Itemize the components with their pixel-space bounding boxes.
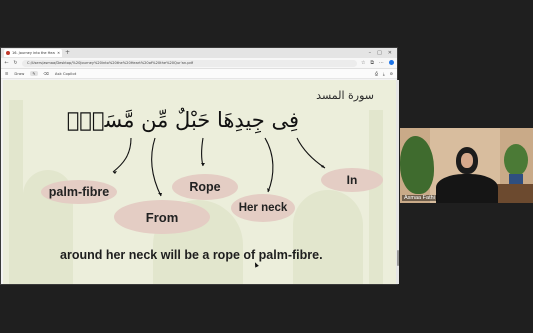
star-icon[interactable]: ☆ (361, 60, 365, 66)
minimize-icon[interactable]: – (369, 50, 372, 56)
profile-icon[interactable] (389, 60, 394, 65)
tab-bar: 16. Journey into the Heart of the... ✕ +… (1, 48, 397, 58)
refresh-icon[interactable]: ↻ (13, 60, 18, 66)
word-her-neck: Her neck (231, 194, 295, 222)
verse-meaning: around her neck will be a rope of palm-f… (60, 248, 323, 262)
close-window-icon[interactable]: ✕ (388, 50, 392, 56)
back-icon[interactable]: ← (4, 60, 9, 66)
arrow-from (151, 137, 162, 197)
menu-icon[interactable]: ⋯ (379, 60, 384, 66)
toolbar-icons: ☆ ⧉ ⋯ (361, 60, 394, 66)
window-controls: – □ ✕ (369, 50, 397, 56)
arrow-her-neck (264, 137, 274, 193)
plant-image (504, 144, 528, 176)
save-icon[interactable]: ⤓ (383, 71, 385, 76)
extensions-icon[interactable]: ⧉ (370, 60, 374, 66)
tab-pdf[interactable]: 16. Journey into the Heart of the... ✕ (4, 49, 62, 57)
pdf-toolbar-right: ⎙ ⤓ ⚙ (375, 71, 393, 76)
ask-copilot-button[interactable]: Ask Copilot (55, 71, 76, 76)
participant-video-tile[interactable]: Asmaa Fathi (400, 128, 533, 203)
maximize-icon[interactable]: □ (377, 50, 382, 56)
shelf-image (492, 184, 533, 203)
scrollbar-thumb[interactable] (396, 250, 399, 266)
pot-image (509, 174, 523, 184)
settings-icon[interactable]: ⚙ (390, 71, 393, 76)
print-icon[interactable]: ⎙ (375, 71, 378, 76)
erase-icon[interactable]: ⌫ (44, 71, 49, 76)
draw-button[interactable]: Draw (14, 71, 24, 76)
participant-name: Asmaa Fathi (402, 195, 437, 201)
participant-body (436, 174, 498, 203)
pdf-icon (6, 51, 10, 55)
arrowhead (201, 163, 205, 166)
address-bar: ← ↻ C:/Users/asmaa/Desktop/%20Journey%20… (1, 58, 397, 69)
scrollbar[interactable] (396, 80, 399, 284)
word-rope: Rope (172, 174, 238, 200)
word-in: In (321, 168, 383, 192)
word-palm-fibre: palm-fibre (41, 180, 117, 204)
participant-face (461, 153, 473, 168)
meeting-window: 16. Journey into the Heart of the... ✕ +… (0, 0, 533, 333)
highlight-icon[interactable]: ✎ (30, 71, 38, 76)
url-field[interactable]: C:/Users/asmaa/Desktop/%20Journey%20into… (22, 59, 357, 67)
arrow-palm-fibre (112, 137, 132, 173)
arrow-rope (200, 137, 204, 167)
contents-icon[interactable]: ☰ (5, 71, 8, 76)
arrowhead (158, 193, 162, 196)
arrow-in (296, 137, 326, 169)
new-tab-button[interactable]: + (65, 49, 70, 57)
pdf-toolbar: ☰ Draw ✎ ⌫ Ask Copilot ⎙ ⤓ ⚙ (1, 69, 397, 79)
word-from: From (114, 200, 210, 234)
close-icon[interactable]: ✕ (57, 51, 60, 55)
tab-title: 16. Journey into the Heart of the... (12, 51, 55, 55)
